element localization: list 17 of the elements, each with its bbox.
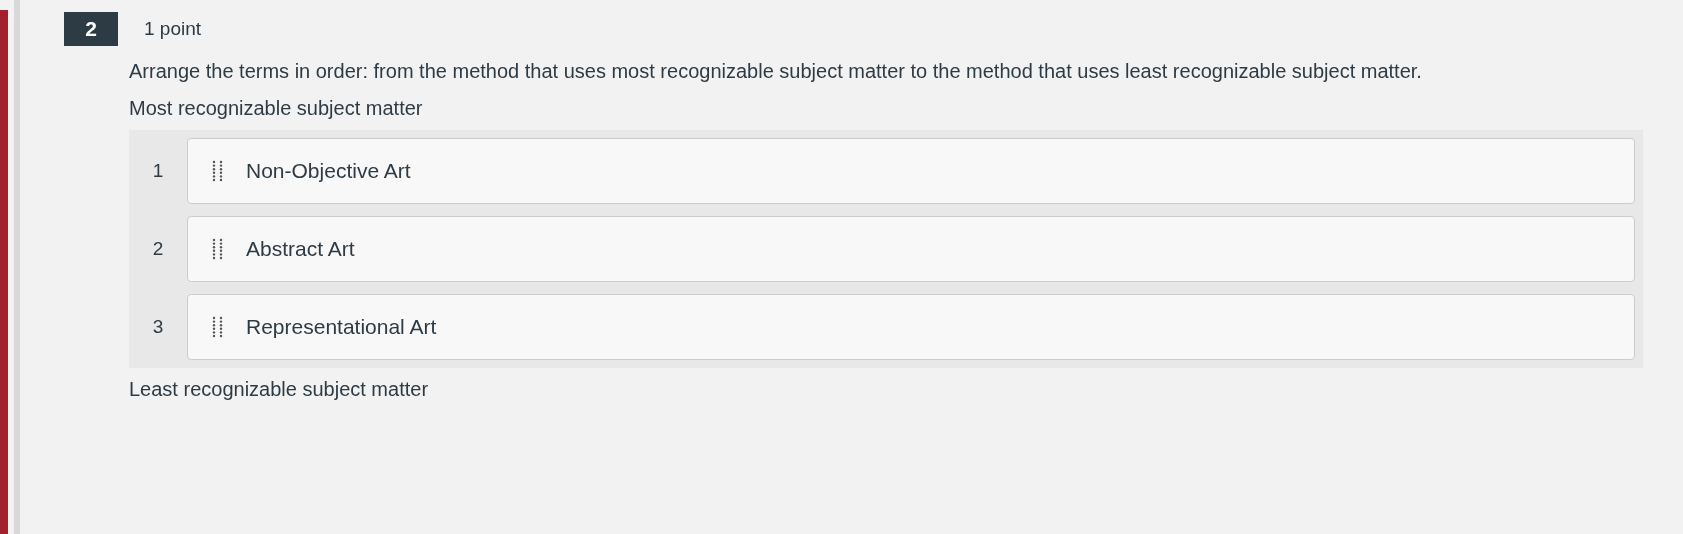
top-label: Most recognizable subject matter xyxy=(129,97,424,120)
term-label: Non-Objective Art xyxy=(246,159,411,183)
draggable-item[interactable]: Abstract Art xyxy=(187,216,1635,282)
position-number: 3 xyxy=(151,316,165,338)
question-number: 2 xyxy=(64,12,118,46)
points-label: 1 point xyxy=(144,18,202,40)
bottom-label: Least recognizable subject matter xyxy=(129,378,430,401)
draggable-item[interactable]: Non-Objective Art xyxy=(187,138,1635,204)
term-label: Representational Art xyxy=(246,315,437,339)
position-number: 1 xyxy=(151,160,165,182)
term-label: Abstract Art xyxy=(246,237,355,261)
question-prompt: Arrange the terms in order: from the method that uses most recognizable subject matter to the method that uses least recognizable subject matter. xyxy=(129,60,1423,83)
drag-handle-icon[interactable] xyxy=(212,238,224,260)
position-number: 2 xyxy=(151,238,165,260)
draggable-item[interactable]: Representational Art xyxy=(187,294,1635,360)
drag-handle-icon[interactable] xyxy=(212,316,224,338)
drag-handle-icon[interactable] xyxy=(212,160,224,182)
